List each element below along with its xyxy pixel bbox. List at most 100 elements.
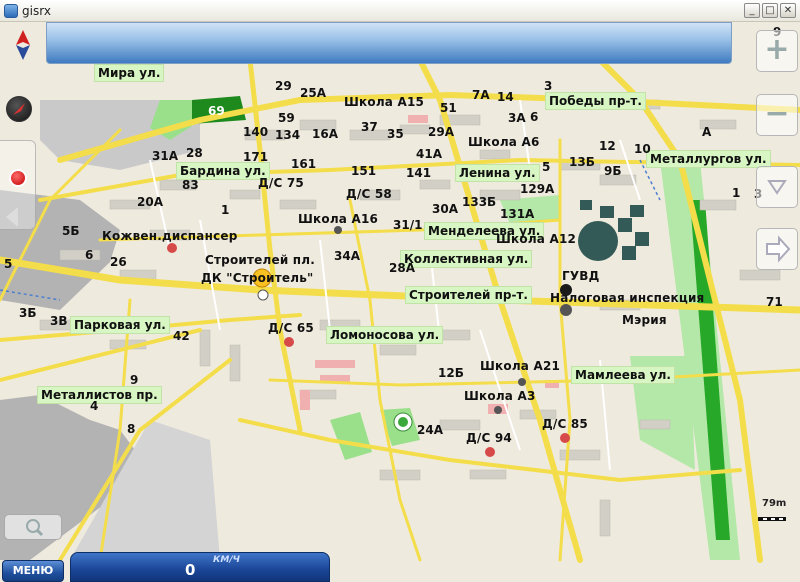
search-icon <box>26 519 44 537</box>
house-number: 140 <box>243 125 269 139</box>
place-label-guvd: ГУВД <box>562 269 600 283</box>
zoom-out-button[interactable]: − <box>756 94 798 136</box>
house-number: 31А <box>152 149 178 163</box>
place-label-shkola-a12: Школа А12 <box>496 232 577 246</box>
street-label-kollektivnaya: Коллективная ул. <box>400 250 533 268</box>
house-number: 7А <box>472 88 490 102</box>
house-number: 26 <box>110 255 127 269</box>
house-number: 161 <box>291 157 317 171</box>
house-number: 9 <box>130 373 139 387</box>
house-number: 4 <box>90 399 99 413</box>
address-bar[interactable] <box>46 22 732 64</box>
house-number: 29А <box>428 125 454 139</box>
street-label-mamleeva: Мамлеева ул. <box>571 366 675 384</box>
place-label-ds58: Д/С 58 <box>346 187 392 201</box>
compass-icon[interactable] <box>12 30 34 60</box>
place-label-kozhven: Кожвен.диспансер <box>102 229 238 243</box>
place-label-dk: ДК "Строитель" <box>201 271 314 285</box>
zoom-in-button[interactable]: + <box>756 30 798 72</box>
street-label-mira: Мира ул. <box>94 64 165 82</box>
house-number: 16А <box>312 127 338 141</box>
app-icon <box>4 3 18 18</box>
place-label-ds94: Д/С 94 <box>466 431 512 445</box>
house-number: 59 <box>278 111 295 125</box>
street-label-lomonosova: Ломоносова ул. <box>326 326 444 344</box>
house-number: 83 <box>182 178 199 192</box>
speed-panel: 0 КМ/Ч <box>70 552 330 582</box>
search-button[interactable] <box>4 514 62 540</box>
house-number: 20А <box>137 195 163 209</box>
house-number: 29 <box>275 79 292 93</box>
place-label-ds75: Д/С 75 <box>258 176 304 190</box>
street-label-parkovaya: Парковая ул. <box>70 316 170 334</box>
place-label-shkola-a6: Школа А6 <box>468 135 540 149</box>
map-view[interactable]: Мира ул. Победы пр-т. Металлургов ул. Ба… <box>0 22 800 582</box>
house-number: 71 <box>766 295 783 309</box>
street-label-lenina: Ленина ул. <box>455 164 540 182</box>
house-number: 5 <box>542 160 551 174</box>
street-label-metallistov: Металлистов пр. <box>37 386 162 404</box>
house-number: 3Б <box>19 306 37 320</box>
window-titlebar: gisrx _ □ ✕ <box>0 0 800 22</box>
arrow-down-button[interactable] <box>756 166 798 208</box>
house-number: 8 <box>127 422 136 436</box>
place-label-shkola-a3: Школа А3 <box>464 389 536 403</box>
house-number: А <box>702 125 712 139</box>
arrow-right-button[interactable] <box>756 228 798 270</box>
house-number: 151 <box>351 164 377 178</box>
speed-value: 0 <box>185 561 196 579</box>
place-label-ds65: Д/С 65 <box>268 321 314 335</box>
house-number: 24А <box>417 423 443 437</box>
house-number: 41А <box>416 147 442 161</box>
house-number: 1 <box>221 203 230 217</box>
house-number: 30А <box>432 202 458 216</box>
house-number: 42 <box>173 329 190 343</box>
place-label-shkola-a21: Школа А21 <box>480 359 561 373</box>
house-number: 9Б <box>604 164 622 178</box>
speed-unit: КМ/Ч <box>213 555 240 565</box>
house-number: 28 <box>186 146 203 160</box>
window-title: gisrx <box>22 3 51 18</box>
house-number: 31/1 <box>393 218 423 232</box>
place-label-stroiteley-pl: Строителей пл. <box>205 253 316 267</box>
house-number: 12 <box>599 139 616 153</box>
house-number: 12Б <box>438 366 464 380</box>
record-track-icon[interactable] <box>9 169 27 187</box>
place-label-ds85: Д/С 85 <box>542 417 588 431</box>
house-number: 171 <box>243 150 269 164</box>
house-number: 51 <box>440 101 457 115</box>
house-number: 129А <box>520 182 555 196</box>
house-number: 6 <box>530 110 539 124</box>
maximize-button[interactable]: □ <box>762 3 778 18</box>
scale-label: 79m <box>762 498 787 509</box>
house-number: 13Б <box>569 155 595 169</box>
house-number: 28А <box>389 261 415 275</box>
arrow-left-icon[interactable] <box>6 207 18 227</box>
street-label-metallurgov: Металлургов ул. <box>646 150 771 168</box>
place-label-shkola-a15: Школа А15 <box>344 95 425 109</box>
house-number: 134 <box>275 128 301 142</box>
house-number: 1 <box>732 186 741 200</box>
house-number: 14 <box>497 90 514 104</box>
house-number: 3В <box>50 314 68 328</box>
house-number: 10 <box>634 142 651 156</box>
minimize-button[interactable]: _ <box>744 3 760 18</box>
house-number: 3А <box>508 111 526 125</box>
house-number: 25А <box>300 86 326 100</box>
house-number: 141 <box>406 166 432 180</box>
house-number: 37 <box>361 120 378 134</box>
navigation-arrow-icon[interactable] <box>6 96 32 122</box>
scale-bar <box>758 517 786 521</box>
house-number: 3 <box>544 79 553 93</box>
place-label-meriya: Мэрия <box>622 313 667 327</box>
menu-button[interactable]: МЕНЮ <box>2 560 64 582</box>
left-control-panel <box>0 140 36 230</box>
house-number: 69 <box>208 104 225 118</box>
close-button[interactable]: ✕ <box>780 3 796 18</box>
place-label-shkola-a16: Школа А16 <box>298 212 379 226</box>
house-number: 131А <box>500 207 535 221</box>
house-number: 34А <box>334 249 360 263</box>
house-number: 5 <box>4 257 13 271</box>
street-label-stroiteley-pr: Строителей пр-т. <box>405 286 532 304</box>
house-number: 35 <box>387 127 404 141</box>
